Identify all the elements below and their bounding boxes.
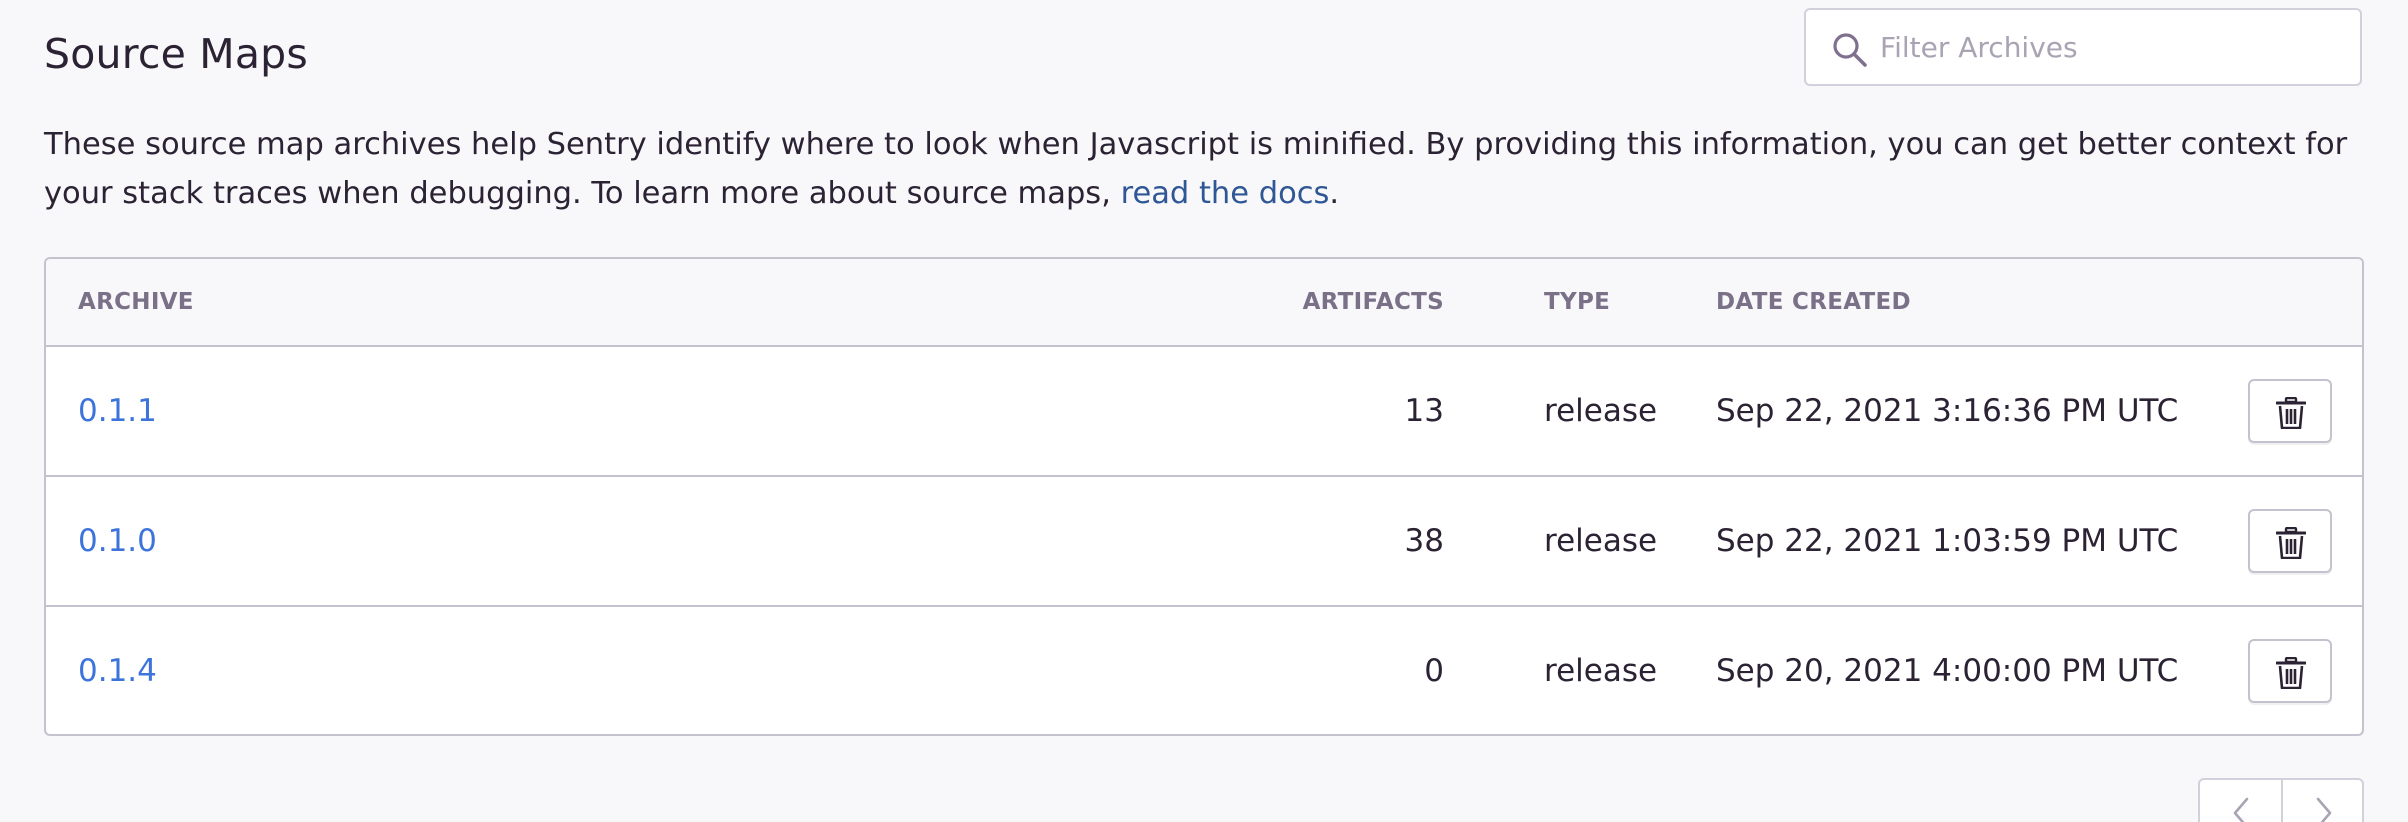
trash-icon bbox=[2276, 527, 2306, 559]
archive-name-link[interactable]: 0.1.1 bbox=[78, 393, 157, 429]
read-the-docs-link[interactable]: read the docs bbox=[1121, 176, 1330, 211]
search-input[interactable] bbox=[1880, 20, 2340, 74]
source-maps-page: Source Maps These source map archives he… bbox=[0, 0, 2408, 822]
artifacts-count: 38 bbox=[1404, 523, 1444, 559]
archives-table: ARCHIVE ARTIFACTS TYPE DATE CREATED 0.1.… bbox=[44, 257, 2364, 736]
artifacts-count: 13 bbox=[1404, 393, 1444, 429]
column-header-artifacts: ARTIFACTS bbox=[1302, 289, 1444, 315]
chevron-right-icon bbox=[2316, 797, 2332, 822]
table-header: ARCHIVE ARTIFACTS TYPE DATE CREATED bbox=[46, 259, 2362, 347]
archive-type: release bbox=[1544, 523, 1658, 559]
delete-archive-button[interactable] bbox=[2248, 639, 2332, 703]
previous-page-button[interactable] bbox=[2200, 780, 2283, 822]
artifacts-count: 0 bbox=[1424, 653, 1444, 689]
trash-icon bbox=[2276, 397, 2306, 429]
table-row: 0.1.0 38 release Sep 22, 2021 1:03:59 PM… bbox=[46, 477, 2362, 607]
date-created: Sep 20, 2021 4:00:00 PM UTC bbox=[1716, 653, 2179, 689]
description-end: . bbox=[1329, 176, 1340, 211]
column-header-archive: ARCHIVE bbox=[78, 289, 194, 315]
archive-name-link[interactable]: 0.1.0 bbox=[78, 523, 157, 559]
chevron-left-icon bbox=[2233, 797, 2249, 822]
table-row: 0.1.1 13 release Sep 22, 2021 3:16:36 PM… bbox=[46, 347, 2362, 477]
trash-icon bbox=[2276, 657, 2306, 689]
pagination bbox=[2198, 778, 2364, 822]
column-header-date-created: DATE CREATED bbox=[1716, 289, 1911, 315]
date-created: Sep 22, 2021 1:03:59 PM UTC bbox=[1716, 523, 2179, 559]
search-icon bbox=[1833, 33, 1867, 67]
date-created: Sep 22, 2021 3:16:36 PM UTC bbox=[1716, 393, 2179, 429]
column-header-type: TYPE bbox=[1544, 289, 1611, 315]
table-row: 0.1.4 0 release Sep 20, 2021 4:00:00 PM … bbox=[46, 607, 2362, 734]
page-description: These source map archives help Sentry id… bbox=[44, 120, 2374, 218]
archive-name-link[interactable]: 0.1.4 bbox=[78, 653, 157, 689]
filter-archives-search[interactable] bbox=[1804, 8, 2362, 86]
delete-archive-button[interactable] bbox=[2248, 379, 2332, 443]
delete-archive-button[interactable] bbox=[2248, 509, 2332, 573]
archive-type: release bbox=[1544, 653, 1658, 689]
next-page-button[interactable] bbox=[2283, 780, 2362, 822]
page-title: Source Maps bbox=[44, 30, 308, 78]
archive-type: release bbox=[1544, 393, 1658, 429]
